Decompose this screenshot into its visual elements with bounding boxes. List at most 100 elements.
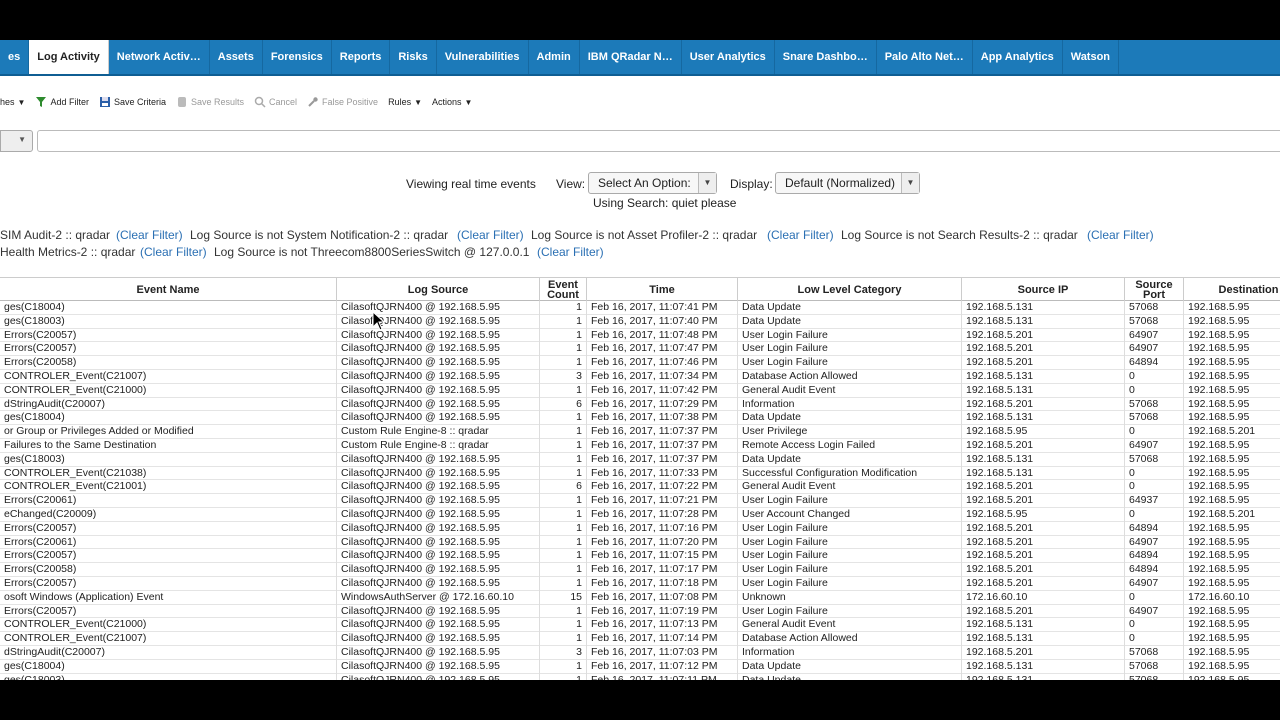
tab-offence[interactable]: es [0,40,30,74]
searches-menu[interactable]: hes ▼ [0,97,25,107]
tab-assets[interactable]: Assets [210,40,263,74]
tab-log-activity[interactable]: Log Activity [29,40,109,74]
table-row[interactable]: Errors(C20057) CilasoftQJRN400 @ 192.168.… [0,342,1280,357]
event-count-cell: 6 [540,397,587,412]
table-row[interactable]: Errors(C20061) CilasoftQJRN400 @ 192.168.… [0,535,1280,550]
table-row[interactable]: Errors(C20058) CilasoftQJRN400 @ 192.168.… [0,563,1280,577]
time-cell: Feb 16, 2017, 11:07:08 PM [587,590,738,605]
tab-app-analytics[interactable]: App Analytics [973,40,1063,74]
table-row[interactable]: ges(C18003) CilasoftQJRN400 @ 192.168.5.9… [0,673,1280,680]
source-ip-cell: 192.168.5.131 [962,383,1125,398]
event-count-cell: 1 [540,563,587,577]
table-row[interactable]: Errors(C20061) CilasoftQJRN400 @ 192.168.… [0,494,1280,508]
clear-filter-link[interactable]: (Clear Filter) [1087,228,1154,242]
table-row[interactable]: Errors(C20058) CilasoftQJRN400 @ 192.168.… [0,356,1280,370]
table-row[interactable]: dStringAudit(C20007) CilasoftQJRN400 @ 19… [0,397,1280,412]
log-source-cell: CilasoftQJRN400 @ 192.168.5.95 [337,314,540,329]
time-cell: Feb 16, 2017, 11:07:18 PM [587,577,738,591]
clear-filter-link[interactable]: (Clear Filter) [116,228,183,242]
caret-down-icon: ▼ [464,97,473,107]
tab-snare-dashboard[interactable]: Snare Dashbo… [775,40,877,74]
event-count-cell: 1 [540,466,587,481]
table-row[interactable]: CONTROLER_Event(C21000) CilasoftQJRN400 @… [0,383,1280,398]
false-positive-button[interactable]: False Positive [307,96,378,108]
table-row[interactable]: Errors(C20057) CilasoftQJRN400 @ 192.168.… [0,577,1280,591]
column-header-source-port[interactable]: Source Port [1125,278,1184,301]
table-row[interactable]: eChanged(C20009) CilasoftQJRN400 @ 192.16… [0,508,1280,522]
using-search-text: Using Search: quiet please [593,196,737,210]
clear-filter-link[interactable]: (Clear Filter) [140,245,207,259]
tab-watson[interactable]: Watson [1063,40,1120,74]
source-ip-cell: 192.168.5.131 [962,301,1125,315]
table-row[interactable]: or Group or Privileges Added or Modified… [0,425,1280,439]
table-row[interactable]: ges(C18004) CilasoftQJRN400 @ 192.168.5.9… [0,301,1280,315]
event-name-cell: Errors(C20058) [0,563,337,577]
quick-filter-input[interactable] [37,130,1280,152]
table-row[interactable]: ges(C18003) CilasoftQJRN400 @ 192.168.5.9… [0,452,1280,467]
time-cell: Feb 16, 2017, 11:07:14 PM [587,632,738,646]
table-row[interactable]: ges(C18003) CilasoftQJRN400 @ 192.168.5.9… [0,314,1280,329]
actions-menu[interactable]: Actions ▼ [432,97,472,107]
rules-menu[interactable]: Rules ▼ [388,97,422,107]
funnel-icon [36,97,47,107]
table-row[interactable]: dStringAudit(C20007) CilasoftQJRN400 @ 19… [0,646,1280,660]
event-count-cell: 1 [540,314,587,329]
column-header-time[interactable]: Time [587,278,738,301]
table-row[interactable]: CONTROLER_Event(C21007) CilasoftQJRN400 @… [0,632,1280,646]
column-header-event-name[interactable]: Event Name [0,278,337,301]
destination-cell: 192.168.5.95 [1184,480,1280,494]
tab-reports[interactable]: Reports [332,40,391,74]
tab-forensics[interactable]: Forensics [263,40,332,74]
view-select[interactable]: Select An Option: ▼ [588,172,717,194]
display-select[interactable]: Default (Normalized) ▼ [775,172,920,194]
table-row[interactable]: osoft Windows (Application) Event Windows… [0,590,1280,605]
tab-risks[interactable]: Risks [390,40,437,74]
tab-palo-alto-networks[interactable]: Palo Alto Net… [877,40,973,74]
column-header-low-level-category[interactable]: Low Level Category [738,278,962,301]
table-row[interactable]: Errors(C20057) CilasoftQJRN400 @ 192.168.… [0,549,1280,564]
category-cell: User Login Failure [738,521,962,536]
destination-cell: 192.168.5.95 [1184,315,1280,329]
tab-vulnerabilities[interactable]: Vulnerabilities [437,40,529,74]
table-row[interactable]: ges(C18004) CilasoftQJRN400 @ 192.168.5.9… [0,411,1280,426]
event-name-cell: ges(C18003) [0,673,337,680]
column-header-event-count[interactable]: Event Count [540,278,587,301]
source-ip-cell: 192.168.5.131 [962,370,1125,384]
destination-cell: 192.168.5.95 [1184,577,1280,591]
table-row[interactable]: CONTROLER_Event(C21038) CilasoftQJRN400 @… [0,466,1280,481]
event-name-cell: ges(C18004) [0,411,337,426]
column-header-destination[interactable]: Destination [1184,278,1280,301]
table-row[interactable]: CONTROLER_Event(C21001) CilasoftQJRN400 @… [0,480,1280,495]
tab-ibm-qradar-network[interactable]: IBM QRadar N… [580,40,682,74]
add-filter-button[interactable]: Add Filter [35,96,89,108]
time-cell: Feb 16, 2017, 11:07:11 PM [587,673,738,680]
tab-network-activity[interactable]: Network Activ… [109,40,210,74]
clear-filter-link[interactable]: (Clear Filter) [767,228,834,242]
category-cell: User Account Changed [738,508,962,522]
source-port-cell: 64907 [1125,328,1184,343]
save-criteria-button[interactable]: Save Criteria [99,96,166,108]
table-row[interactable]: CONTROLER_Event(C21007) CilasoftQJRN400 @… [0,370,1280,384]
source-ip-cell: 192.168.5.201 [962,535,1125,550]
source-ip-cell: 192.168.5.131 [962,659,1125,674]
quick-search-select[interactable]: ▼ [0,130,33,152]
tab-admin[interactable]: Admin [529,40,580,74]
save-results-button[interactable]: Save Results [176,96,244,108]
table-row[interactable]: Errors(C20057) CilasoftQJRN400 @ 192.168.… [0,604,1280,619]
log-source-cell: CilasoftQJRN400 @ 192.168.5.95 [337,659,540,674]
column-header-log-source[interactable]: Log Source [337,278,540,301]
table-row[interactable]: Errors(C20057) CilasoftQJRN400 @ 192.168.… [0,328,1280,343]
time-cell: Feb 16, 2017, 11:07:41 PM [587,301,738,315]
category-cell: User Login Failure [738,342,962,357]
table-row[interactable]: CONTROLER_Event(C21000) CilasoftQJRN400 @… [0,618,1280,633]
column-header-source-ip[interactable]: Source IP [962,278,1125,301]
cancel-button[interactable]: Cancel [254,96,297,108]
tab-user-analytics[interactable]: User Analytics [682,40,775,74]
clear-filter-link[interactable]: (Clear Filter) [537,245,604,259]
table-row[interactable]: Failures to the Same Destination Custom R… [0,439,1280,453]
table-row[interactable]: Errors(C20057) CilasoftQJRN400 @ 192.168.… [0,521,1280,536]
clear-filter-link[interactable]: (Clear Filter) [457,228,524,242]
source-port-cell: 64907 [1125,439,1184,453]
event-count-cell: 1 [540,301,587,315]
table-row[interactable]: ges(C18004) CilasoftQJRN400 @ 192.168.5.9… [0,659,1280,674]
